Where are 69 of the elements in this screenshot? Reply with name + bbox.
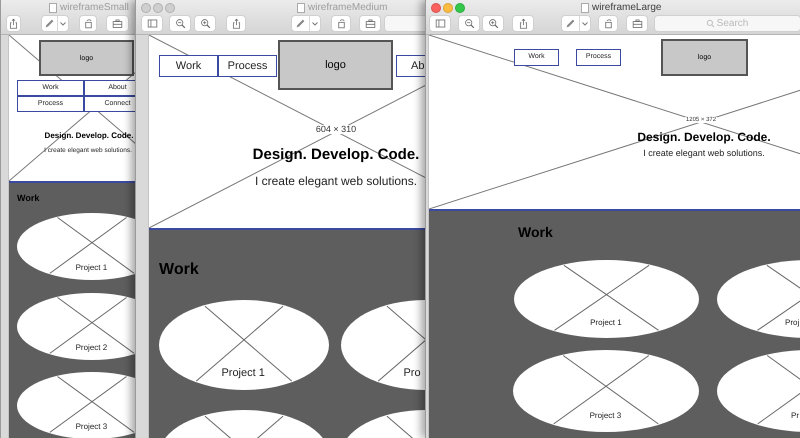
rotate-icon [336,17,346,30]
project-label: Pro [403,368,421,380]
markup-button[interactable] [291,15,321,32]
markup-button[interactable] [561,15,591,32]
toolbox-button[interactable] [626,15,648,32]
zoom-in-icon [200,17,210,30]
search-field[interactable]: Search [654,15,800,32]
window-title: wireframeSmall [60,1,129,15]
search-icon [706,19,714,28]
document-icon [581,3,589,13]
zoom-in-button[interactable] [194,15,216,32]
project-label: Project 3 [76,422,108,431]
tagline: I create elegant web solutions. [643,149,765,158]
sidebar-button[interactable] [141,15,163,32]
rotate-button[interactable] [598,15,618,32]
share-button[interactable] [6,15,21,32]
zoom-in-button[interactable] [482,15,504,32]
share-icon [518,17,528,30]
toolbox-icon [364,17,376,30]
sidebar-button[interactable] [429,15,451,32]
zoom-out-button[interactable] [169,15,191,32]
nav-link[interactable]: Work [159,55,218,77]
zoom-out-icon [174,17,186,30]
project-label: Project 1 [221,368,265,380]
share-button[interactable] [226,15,246,32]
section-title: Work [518,225,553,239]
window-title: wireframeMedium [308,1,388,15]
zoom-out-button[interactable] [458,15,480,32]
pen-icon [44,17,55,30]
caret-icon [60,22,66,26]
markup-button[interactable] [41,15,69,32]
image-size-label: 604 × 310 [314,125,358,134]
sidebar-icon [146,17,158,30]
logo-text: logo [325,60,346,70]
share-icon [8,17,19,30]
rotate-button[interactable] [79,15,97,32]
nav-link[interactable]: Ab [396,55,425,77]
zoom-out-icon [464,17,474,30]
document-icon [49,3,57,13]
sidebar-icon [434,17,446,30]
section-title: Work [17,194,40,203]
project-label: Project 1 [590,319,622,328]
window-title: wireframeLarge [592,1,662,15]
toolbox-icon [632,17,642,30]
nav-link[interactable]: Process [218,55,277,77]
project-label: Pr [791,412,799,420]
document-icon [297,3,305,13]
caret-icon [312,22,318,26]
caret-icon [582,22,588,26]
project-label: Project 1 [76,264,108,272]
share-icon [230,17,242,30]
headline: Design. Develop. Code. [637,131,771,143]
rotate-icon [82,17,94,30]
project-label: Project 3 [590,412,622,420]
headline: Design. Develop. Code. [252,147,420,162]
headline: Design. Develop. Code. [44,132,134,140]
toolbox-icon [112,17,123,30]
toolbox-button[interactable] [106,15,129,32]
section-title: Work [159,262,199,278]
share-button[interactable] [512,15,534,32]
zoom-in-icon [488,17,498,30]
project-label: Project 2 [76,344,108,352]
rotate-icon [602,17,614,30]
toolbox-button[interactable] [359,15,381,32]
rotate-button[interactable] [331,15,351,32]
pen-icon [295,17,306,30]
tagline: I create elegant web solutions. [254,175,418,187]
project-label: Proj [785,319,800,328]
pen-icon [565,17,576,30]
